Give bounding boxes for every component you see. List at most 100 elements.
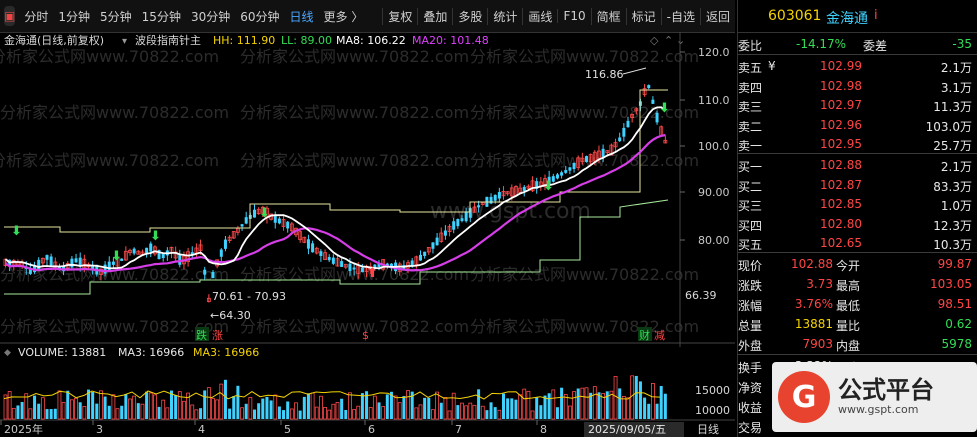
bid-row[interactable]: 买三 102.85 1.0万 [738,194,977,214]
signal-zhang: 涨 [212,329,223,342]
kline-chart[interactable]: 分析家公式网www.70822.com 分析家公式网www.70822.com … [0,32,735,437]
remove-watchlist-button[interactable]: -自选 [660,7,700,25]
ask-row[interactable]: 卖三 102.97 11.3万 [738,95,977,115]
volume-title: VOLUME: 13881 [18,346,106,359]
volume-bar [20,402,24,419]
bid-price: 102.65 [820,236,862,250]
price-tick-label: 80.00 [698,234,730,247]
volume-bar [240,407,244,420]
simple-frame-button[interactable]: 简框 [590,7,626,25]
stat-label: 涨跌 [738,279,763,293]
volume-bar [655,403,659,419]
volume-bar [74,397,78,420]
ask-label: 卖二 [738,119,763,134]
volume-bar [340,398,344,419]
volume-bar [95,403,99,419]
candle-body [331,257,335,264]
overlay-button[interactable]: 叠加 [417,7,452,25]
bid-row[interactable]: 买四 102.80 12.3万 [738,214,977,234]
draw-line-button[interactable]: 画线 [522,7,557,25]
candle-body [203,269,207,275]
volume-bar [152,394,157,420]
stat-row: 现价 102.88 今开 99.87 [738,254,977,274]
ask-volume: 25.7万 [933,139,972,153]
brand-badge: G 公式平台 www.gspt.com [772,362,977,432]
candle-body [223,239,227,249]
stat-value: 99.87 [937,257,972,271]
indicator-diamond-icon[interactable]: ◇ [650,34,659,47]
candle-body [423,251,427,256]
volume-bar [506,398,510,419]
candle-body [286,221,290,229]
volume-bar [360,393,364,419]
stock-name[interactable]: 金海通 [826,8,868,28]
indicator-up-icon[interactable]: ⌃ [664,34,673,47]
chart-title: 金海通(日线,前复权) [4,33,104,47]
stats-button[interactable]: 统计 [487,7,522,25]
volume-bar [253,409,256,419]
candle-body [244,217,248,224]
bid-price: 102.80 [820,216,862,231]
current-price-tag: 66.39 [685,289,717,302]
ask-row[interactable]: 卖一 102.95 25.7万 [738,134,977,154]
candle-body [651,99,655,104]
indicator-name[interactable]: 波段指南针主 [135,33,201,47]
volume-bar [174,395,178,419]
volume-bar [464,405,469,420]
app-logo-icon[interactable]: ▣ [4,6,16,26]
ask-row[interactable]: 卖五 ¥ 102.99 2.1万 [738,56,977,76]
volume-bar [206,387,211,420]
ask-volume: 3.1万 [940,80,972,95]
candle-body [456,219,460,227]
high-annotation: 116.86 [585,68,624,81]
fuquan-button[interactable]: 复权 [382,7,417,25]
chart-title-arrow-icon[interactable]: ▾ [122,36,127,47]
mark-button[interactable]: 标记 [625,7,661,25]
watermark-text: 分析家公式网www.70822.com [0,103,229,122]
price-axis: 120.0 110.0 100.0 90.00 80.00 [680,46,730,247]
candle-body [49,256,53,266]
stat-label: 现价 [738,259,763,273]
candle-body [132,248,136,254]
volume-menu-icon[interactable]: ◆ [4,348,11,358]
volume-bar [568,405,572,420]
tab-60min[interactable]: 60分钟 [235,8,284,25]
volume-bar [302,396,306,419]
ask-row[interactable]: 卖二 102.96 103.0万 [738,115,977,135]
ask-row[interactable]: 卖四 102.98 3.1万 [738,76,977,96]
volume-bar [377,402,381,419]
signal-dollar: $ [362,329,369,342]
bid-volume: 12.3万 [933,218,972,233]
volume-bar [431,409,435,420]
candle-body [211,271,215,279]
volume-bar [477,389,481,419]
multi-stock-button[interactable]: 多股 [452,7,487,25]
bid-row[interactable]: 买五 102.65 10.3万 [738,233,977,253]
volume-bar [535,397,539,419]
watermark-text: 分析家公式网www.70822.com [470,151,699,170]
volume-bar [560,387,564,419]
volume-bar [145,391,149,419]
tab-fenshi[interactable]: 分时 [19,8,53,25]
tab-daily[interactable]: 日线 [285,8,319,25]
bid-row[interactable]: 买一 102.88 2.1万 [738,155,977,175]
tab-30min[interactable]: 30分钟 [186,8,235,25]
tab-15min[interactable]: 15分钟 [137,8,186,25]
tab-more[interactable]: 更多 〉 [319,8,369,25]
tab-1min[interactable]: 1分钟 [53,8,95,25]
tab-5min[interactable]: 5分钟 [95,8,137,25]
stat-label: 量比 [836,319,861,333]
time-period[interactable]: 日线 [697,422,719,436]
indicator-down-icon[interactable]: ⌄ [676,34,685,47]
stock-info-icon[interactable]: i [874,8,878,23]
volume-bar [530,410,535,420]
candle-body [460,218,464,221]
candle-body [564,170,568,173]
volume-bar [161,399,166,420]
bid-row[interactable]: 买二 102.87 83.3万 [738,175,977,195]
stat-label: 涨幅 [738,299,763,313]
extra-label: 净资 [738,381,763,395]
back-button[interactable]: 返回 [699,7,735,25]
weicha-label: 委差 [863,39,888,53]
f10-button[interactable]: F10 [557,9,590,23]
